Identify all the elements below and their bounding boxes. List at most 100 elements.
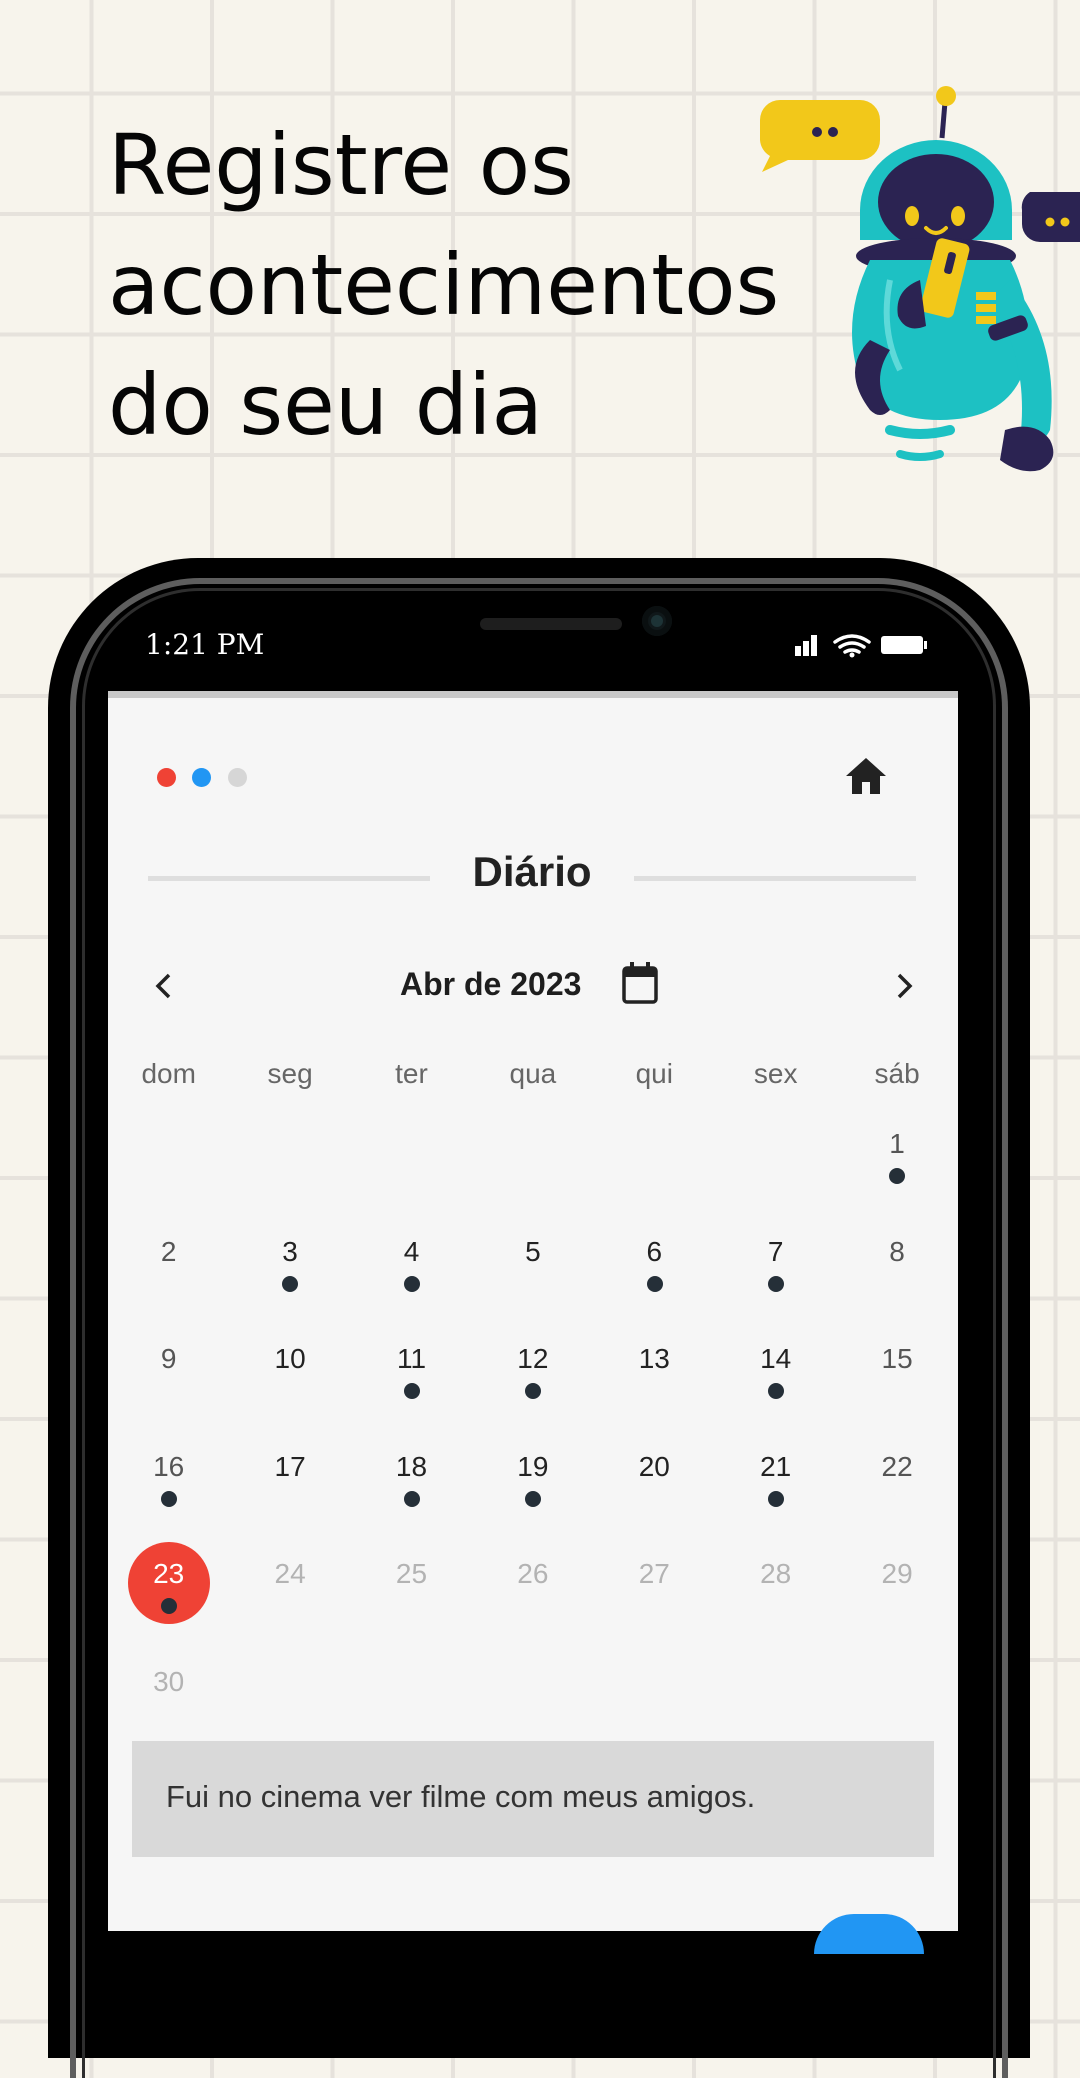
calendar-day-number: 5: [525, 1235, 541, 1267]
entry-marker-dot: [768, 1490, 784, 1507]
calendar-day-number: 23: [153, 1558, 185, 1589]
calendar-day-number: 15: [881, 1343, 913, 1374]
calendar-day[interactable]: 20: [594, 1451, 715, 1558]
calendar-day-number: 1: [889, 1128, 905, 1159]
status-time: 1:21 PM: [145, 628, 265, 661]
status-icons: [795, 634, 927, 658]
floating-action-button[interactable]: [814, 1914, 924, 1954]
calendar-day-number: 20: [638, 1450, 670, 1482]
title-row: Diário: [148, 848, 916, 908]
entry-marker-dot: [768, 1275, 784, 1292]
entry-marker-dot: [161, 1490, 177, 1507]
calendar-day[interactable]: 10: [229, 1343, 350, 1450]
entry-marker-dot: [161, 1598, 177, 1614]
weekday-label: dom: [141, 1058, 196, 1089]
calendar-day-number: 26: [517, 1558, 549, 1589]
entry-marker-dot: [889, 1168, 906, 1184]
calendar-day[interactable]: 29: [836, 1558, 957, 1665]
calendar-icon[interactable]: [620, 960, 660, 1006]
weekday-header: dom seg ter qua qui sex sáb: [108, 1058, 958, 1098]
calendar-day-number: 27: [638, 1558, 670, 1589]
calendar-day-number: 28: [760, 1558, 792, 1589]
calendar-day[interactable]: 2: [108, 1236, 229, 1343]
entry-marker-dot: [646, 1275, 663, 1292]
calendar-day[interactable]: 25: [351, 1558, 472, 1665]
calendar-day-number: 6: [646, 1235, 663, 1267]
calendar-day-number: 2: [160, 1235, 177, 1267]
calendar-day-number: 12: [517, 1343, 549, 1374]
page-indicator-dot: [157, 768, 176, 787]
page-indicator-dot: [192, 768, 211, 787]
calendar-day-number: 14: [760, 1343, 792, 1374]
phone-speaker: [480, 618, 622, 630]
calendar-day[interactable]: 23: [108, 1542, 229, 1665]
calendar-day[interactable]: 17: [229, 1451, 350, 1558]
calendar-day[interactable]: 8: [836, 1236, 957, 1343]
calendar-day[interactable]: 13: [594, 1343, 715, 1450]
entry-marker-dot: [403, 1490, 420, 1507]
calendar-day-number: 10: [274, 1343, 306, 1374]
calendar-day[interactable]: 26: [472, 1558, 593, 1665]
calendar-day-number: 30: [153, 1665, 185, 1697]
entry-marker-dot: [525, 1383, 542, 1399]
page-title: Diário: [472, 848, 592, 895]
calendar-day-number: 24: [274, 1558, 306, 1589]
entry-marker-dot: [768, 1383, 784, 1399]
calendar-day-number: 21: [760, 1450, 792, 1482]
calendar-day[interactable]: 14: [715, 1343, 836, 1450]
calendar-day[interactable]: 5: [472, 1236, 593, 1343]
calendar-day[interactable]: 28: [715, 1558, 836, 1665]
battery-icon: [881, 636, 927, 654]
month-label[interactable]: Abr de 2023: [400, 966, 581, 1003]
weekday-label: qui: [635, 1058, 673, 1089]
calendar-day[interactable]: 24: [229, 1558, 350, 1665]
home-icon[interactable]: [844, 756, 888, 796]
entry-marker-dot: [403, 1275, 420, 1292]
calendar-day[interactable]: 4: [351, 1236, 472, 1343]
calendar-day[interactable]: 12: [472, 1343, 593, 1450]
front-camera: [642, 606, 672, 636]
weekday-label: seg: [267, 1058, 313, 1089]
calendar-day-number: 7: [767, 1235, 784, 1267]
calendar-day-number: 11: [396, 1343, 427, 1374]
calendar-day-number: 9: [160, 1343, 177, 1374]
calendar-day[interactable]: 11: [351, 1343, 472, 1450]
signal-icon: [795, 635, 817, 656]
entry-marker-dot: [403, 1383, 420, 1399]
chevron-left-icon[interactable]: [144, 966, 184, 1006]
calendar-day-number: 13: [638, 1343, 670, 1374]
calendar-day[interactable]: 19: [472, 1451, 593, 1558]
calendar-day[interactable]: 6: [594, 1236, 715, 1343]
diary-entry-text[interactable]: Fui no cinema ver filme com meus amigos.: [132, 1741, 934, 1857]
calendar-day-number: 22: [881, 1450, 913, 1482]
calendar-day[interactable]: 27: [594, 1558, 715, 1665]
calendar-day[interactable]: 9: [108, 1343, 229, 1450]
page-indicator-dot: [228, 768, 247, 787]
calendar-day[interactable]: 1: [836, 1128, 957, 1235]
entry-marker-dot: [282, 1275, 299, 1292]
calendar-day-number: 17: [274, 1450, 306, 1482]
chevron-right-icon[interactable]: [884, 966, 924, 1006]
calendar-day-number: 29: [881, 1558, 913, 1589]
calendar-day[interactable]: 7: [715, 1236, 836, 1343]
app-screen: Diário Abr de 2023 dom seg ter qua qui s…: [108, 691, 958, 1954]
calendar-day[interactable]: 18: [351, 1451, 472, 1558]
weekday-label: sáb: [874, 1058, 920, 1089]
calendar-day[interactable]: 21: [715, 1451, 836, 1558]
calendar-day-number: 8: [889, 1235, 905, 1267]
robot-mascot-illustration: [760, 86, 1080, 472]
weekday-label: ter: [395, 1058, 428, 1089]
calendar-day-number: 25: [395, 1558, 428, 1589]
calendar-day-number: 19: [517, 1450, 549, 1482]
weekday-label: qua: [509, 1058, 557, 1089]
calendar-day-number: 18: [395, 1450, 428, 1482]
calendar-day-number: 16: [153, 1450, 185, 1482]
weekday-label: sex: [753, 1058, 798, 1089]
calendar-day-number: 3: [282, 1235, 298, 1267]
calendar-day[interactable]: 15: [836, 1343, 957, 1450]
entry-marker-dot: [525, 1490, 542, 1507]
month-navigation: Abr de 2023: [108, 960, 958, 1020]
calendar-day[interactable]: 22: [836, 1451, 957, 1558]
wifi-icon: [833, 634, 871, 654]
calendar-day[interactable]: 3: [229, 1236, 350, 1343]
